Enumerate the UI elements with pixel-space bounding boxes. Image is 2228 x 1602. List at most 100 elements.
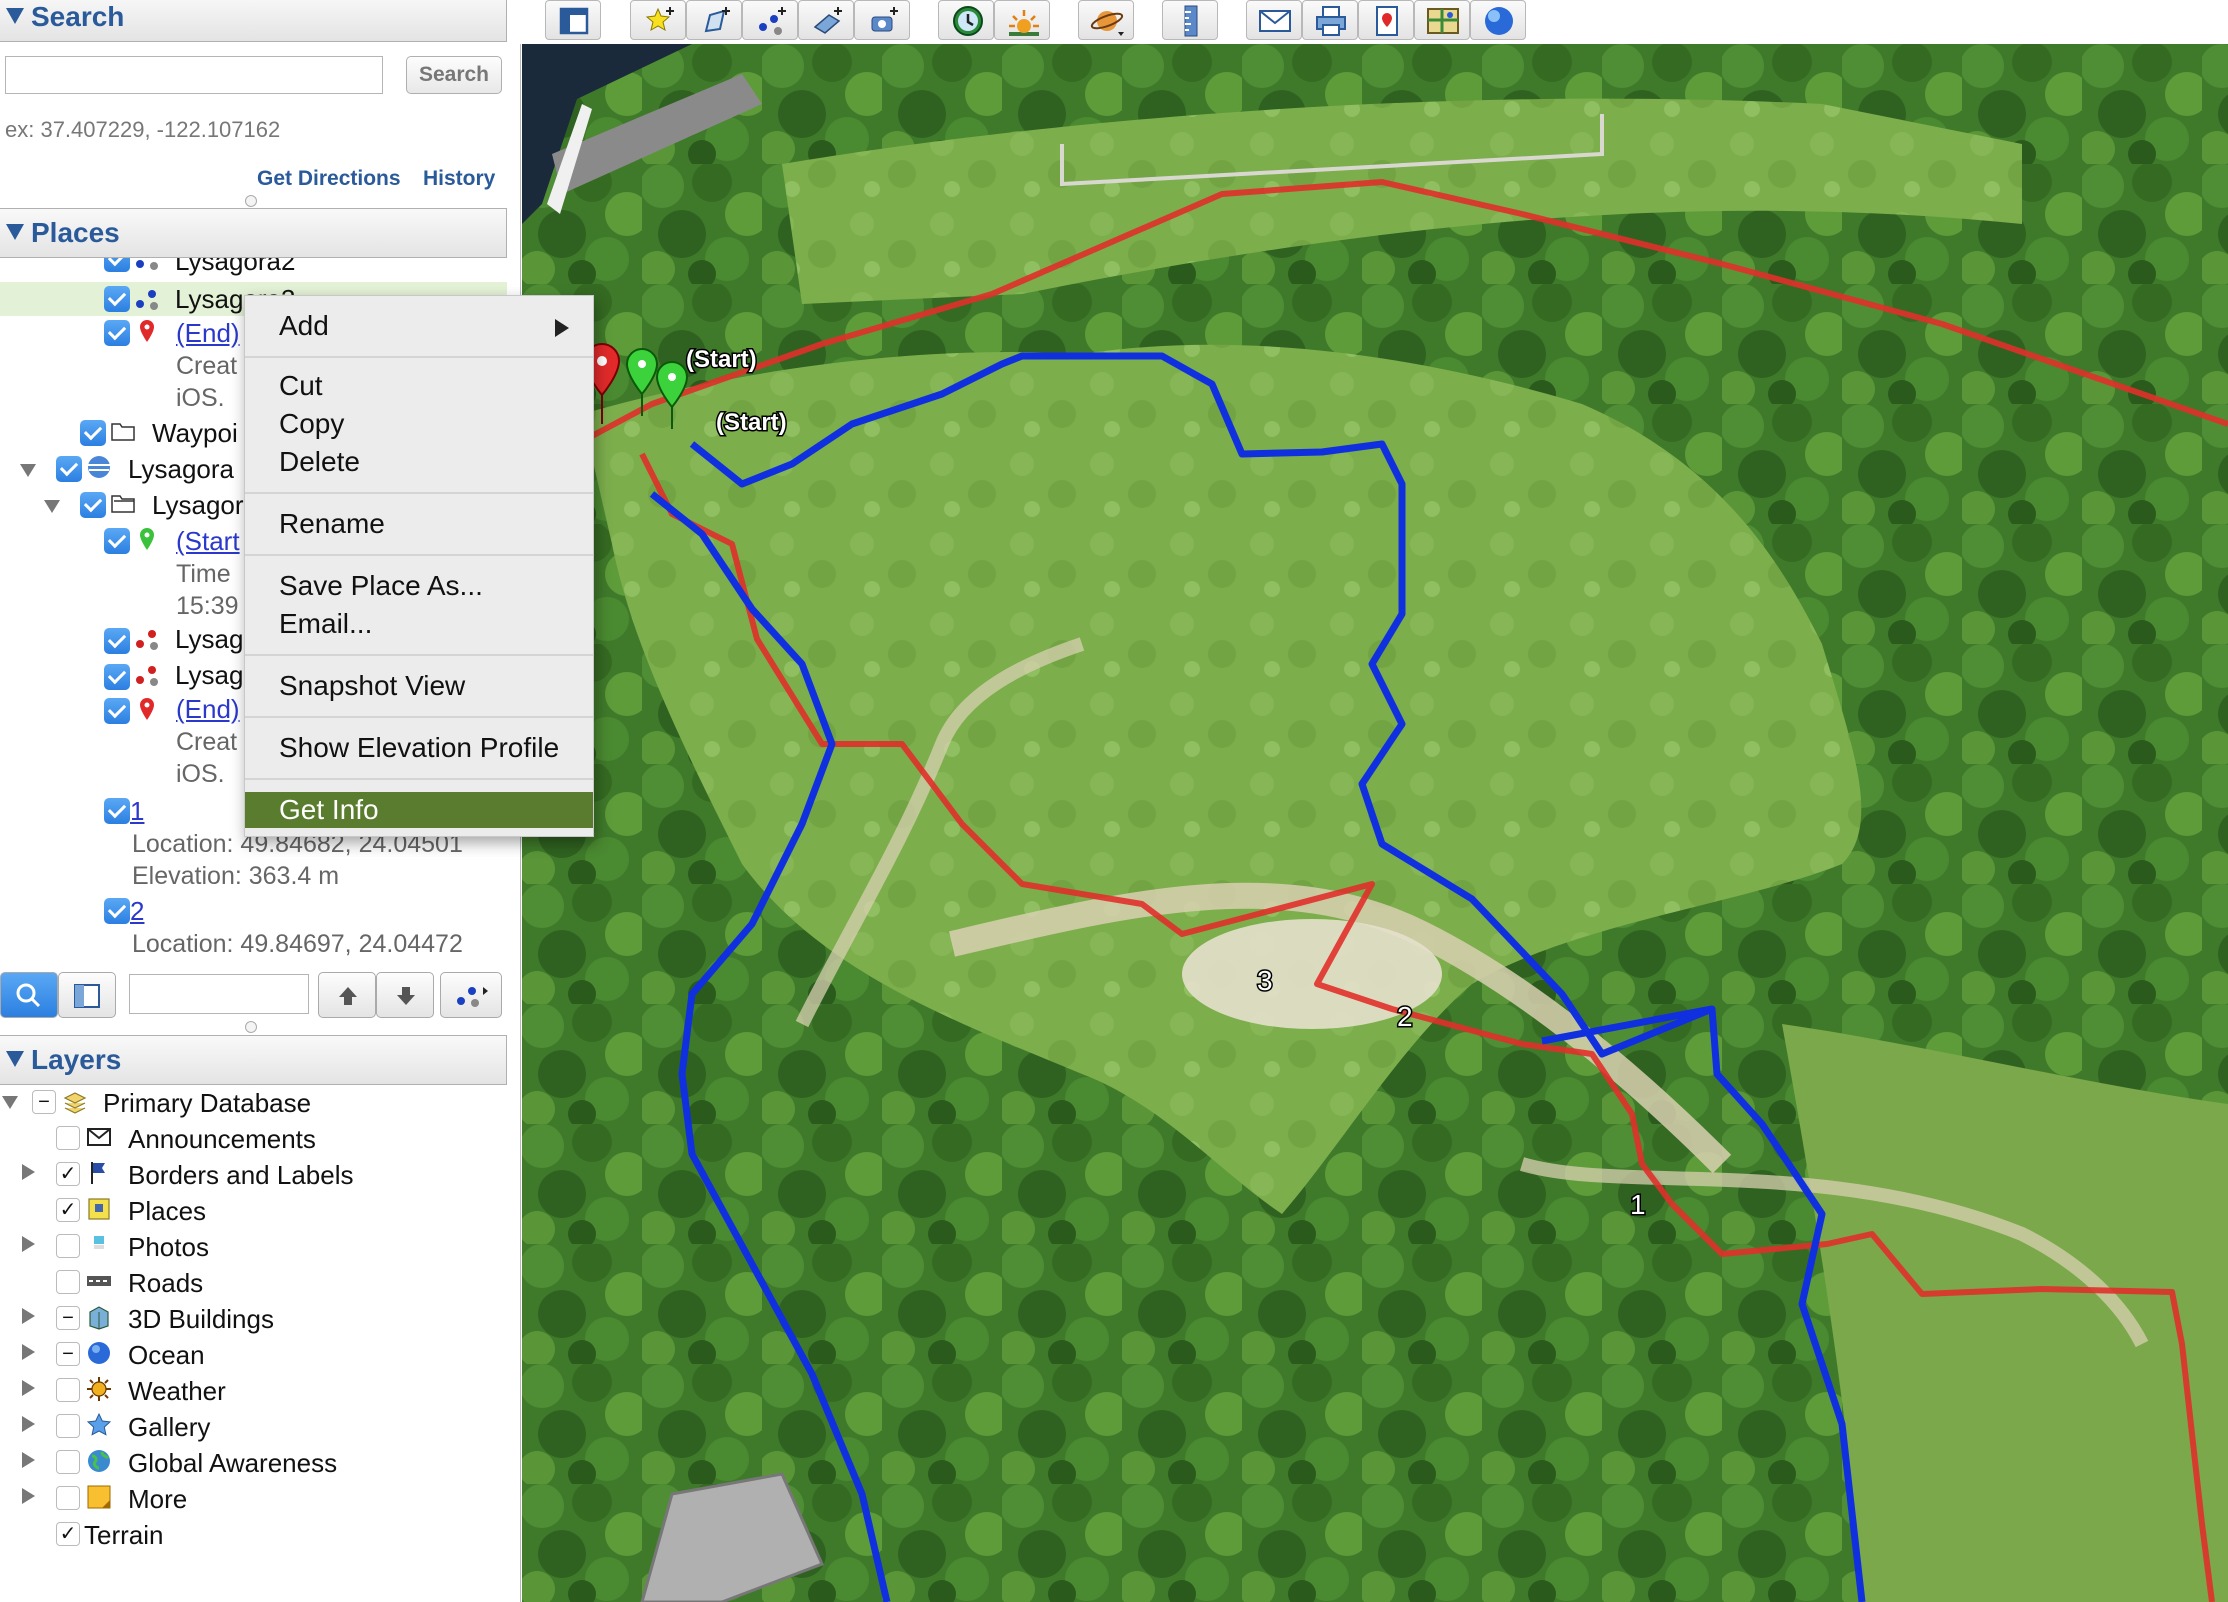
view-in-maps-button[interactable] bbox=[1414, 0, 1470, 40]
layer-item[interactable]: Borders and Labels bbox=[128, 1160, 353, 1191]
checkbox[interactable] bbox=[56, 456, 82, 482]
checkbox[interactable] bbox=[104, 664, 130, 690]
history-link[interactable]: History bbox=[423, 167, 495, 191]
disclosure-triangle-icon[interactable] bbox=[22, 1380, 35, 1396]
panel-resize-handle[interactable] bbox=[245, 195, 257, 207]
layers-panel-header[interactable]: Layers bbox=[0, 1035, 507, 1085]
menu-item-snapshot-view[interactable]: Snapshot View bbox=[245, 668, 593, 704]
checkbox-mixed[interactable]: − bbox=[32, 1090, 56, 1114]
add-overlay-button[interactable] bbox=[798, 0, 854, 40]
move-up-button[interactable] bbox=[318, 972, 376, 1018]
satellite-imagery[interactable]: (Start) (Start) 3 2 1 bbox=[522, 44, 2228, 1602]
layer-item[interactable]: Primary Database bbox=[103, 1088, 311, 1119]
earth-view-button[interactable] bbox=[1470, 0, 1526, 40]
checkbox[interactable] bbox=[56, 1486, 80, 1510]
place-item[interactable]: Lysagora bbox=[128, 454, 234, 485]
layer-item[interactable]: Places bbox=[128, 1196, 206, 1227]
place-item[interactable]: Lysag bbox=[175, 660, 243, 691]
checkbox[interactable] bbox=[56, 1126, 80, 1150]
filter-input[interactable] bbox=[129, 974, 309, 1014]
menu-item-show-elevation-profile[interactable]: Show Elevation Profile bbox=[245, 730, 593, 766]
checkbox[interactable] bbox=[104, 258, 130, 272]
disclosure-triangle-icon[interactable] bbox=[22, 1344, 35, 1360]
place-item[interactable]: Lysagora2 bbox=[175, 258, 295, 277]
checkbox[interactable] bbox=[80, 492, 106, 518]
place-item[interactable]: Lysag bbox=[175, 624, 243, 655]
checkbox[interactable] bbox=[56, 1378, 80, 1402]
checkbox[interactable] bbox=[56, 1414, 80, 1438]
search-input[interactable] bbox=[5, 56, 383, 94]
ruler-button[interactable] bbox=[1162, 0, 1218, 40]
place-link[interactable]: (End) bbox=[176, 694, 240, 725]
layer-item[interactable]: Terrain bbox=[84, 1520, 163, 1551]
menu-item-copy[interactable]: Copy bbox=[245, 406, 593, 442]
layer-item[interactable]: Weather bbox=[128, 1376, 226, 1407]
collapse-triangle-icon[interactable] bbox=[6, 224, 24, 240]
disclosure-triangle-icon[interactable] bbox=[22, 1164, 35, 1180]
checkbox[interactable] bbox=[104, 798, 130, 824]
disclosure-triangle-icon[interactable] bbox=[20, 464, 36, 477]
checkbox-mixed[interactable]: − bbox=[56, 1342, 80, 1366]
move-down-button[interactable] bbox=[376, 972, 434, 1018]
checkbox[interactable] bbox=[56, 1450, 80, 1474]
get-directions-link[interactable]: Get Directions bbox=[257, 167, 401, 191]
place-item[interactable]: Waypoi bbox=[152, 418, 238, 449]
add-placemark-button[interactable] bbox=[630, 0, 686, 40]
email-button[interactable] bbox=[1246, 0, 1302, 40]
save-image-button[interactable] bbox=[1358, 0, 1414, 40]
layer-item[interactable]: Photos bbox=[128, 1232, 209, 1263]
layer-item[interactable]: 3D Buildings bbox=[128, 1304, 274, 1335]
checkbox[interactable] bbox=[104, 628, 130, 654]
checkbox-mixed[interactable]: − bbox=[56, 1306, 80, 1330]
add-path-button[interactable] bbox=[742, 0, 798, 40]
panel-resize-handle[interactable] bbox=[245, 1021, 257, 1033]
disclosure-triangle-icon[interactable] bbox=[44, 500, 60, 513]
disclosure-triangle-icon[interactable] bbox=[22, 1488, 35, 1504]
print-button[interactable] bbox=[1302, 0, 1358, 40]
layer-item[interactable]: Roads bbox=[128, 1268, 203, 1299]
planets-button[interactable] bbox=[1078, 0, 1134, 40]
menu-item-cut[interactable]: Cut bbox=[245, 368, 593, 404]
add-polygon-button[interactable] bbox=[686, 0, 742, 40]
place-link[interactable]: (End) bbox=[176, 318, 240, 349]
disclosure-triangle-icon[interactable] bbox=[22, 1416, 35, 1432]
disclosure-triangle-icon[interactable] bbox=[2, 1096, 18, 1109]
sidebar-toggle-button[interactable] bbox=[545, 0, 601, 40]
collapse-triangle-icon[interactable] bbox=[6, 1051, 24, 1067]
checkbox[interactable] bbox=[104, 698, 130, 724]
place-item[interactable]: Lysagor bbox=[152, 490, 244, 521]
checkbox[interactable] bbox=[104, 528, 130, 554]
menu-item-email[interactable]: Email... bbox=[245, 606, 593, 642]
layer-item[interactable]: Global Awareness bbox=[128, 1448, 337, 1479]
checkbox[interactable] bbox=[56, 1234, 80, 1258]
checkbox[interactable] bbox=[104, 898, 130, 924]
search-places-button[interactable] bbox=[0, 972, 58, 1018]
disclosure-triangle-icon[interactable] bbox=[22, 1452, 35, 1468]
search-button[interactable]: Search bbox=[406, 56, 502, 94]
tour-button[interactable] bbox=[440, 972, 502, 1018]
search-panel-header[interactable]: Search bbox=[0, 0, 507, 42]
checkbox[interactable]: ✓ bbox=[56, 1198, 80, 1222]
menu-item-add[interactable]: Add bbox=[245, 308, 593, 344]
menu-item-delete[interactable]: Delete bbox=[245, 444, 593, 480]
places-panel-header[interactable]: Places bbox=[0, 208, 507, 258]
place-link[interactable]: 2 bbox=[130, 896, 144, 927]
disclosure-triangle-icon[interactable] bbox=[22, 1308, 35, 1324]
sunlight-button[interactable] bbox=[994, 0, 1050, 40]
sidebar-toggle-button[interactable] bbox=[58, 972, 116, 1018]
checkbox[interactable] bbox=[104, 286, 130, 312]
checkbox[interactable] bbox=[80, 420, 106, 446]
menu-item-get-info[interactable]: Get Info bbox=[245, 792, 593, 828]
menu-item-save-place-as[interactable]: Save Place As... bbox=[245, 568, 593, 604]
checkbox[interactable] bbox=[104, 320, 130, 346]
place-link[interactable]: (Start bbox=[176, 526, 240, 557]
checkbox[interactable]: ✓ bbox=[56, 1522, 80, 1546]
checkbox[interactable]: ✓ bbox=[56, 1162, 80, 1186]
map-view[interactable]: (Start) (Start) 3 2 1 bbox=[522, 44, 2228, 1602]
record-tour-button[interactable] bbox=[854, 0, 910, 40]
collapse-triangle-icon[interactable] bbox=[6, 8, 24, 24]
disclosure-triangle-icon[interactable] bbox=[22, 1236, 35, 1252]
checkbox[interactable] bbox=[56, 1270, 80, 1294]
layer-item[interactable]: Announcements bbox=[128, 1124, 316, 1155]
historical-imagery-button[interactable] bbox=[938, 0, 994, 40]
